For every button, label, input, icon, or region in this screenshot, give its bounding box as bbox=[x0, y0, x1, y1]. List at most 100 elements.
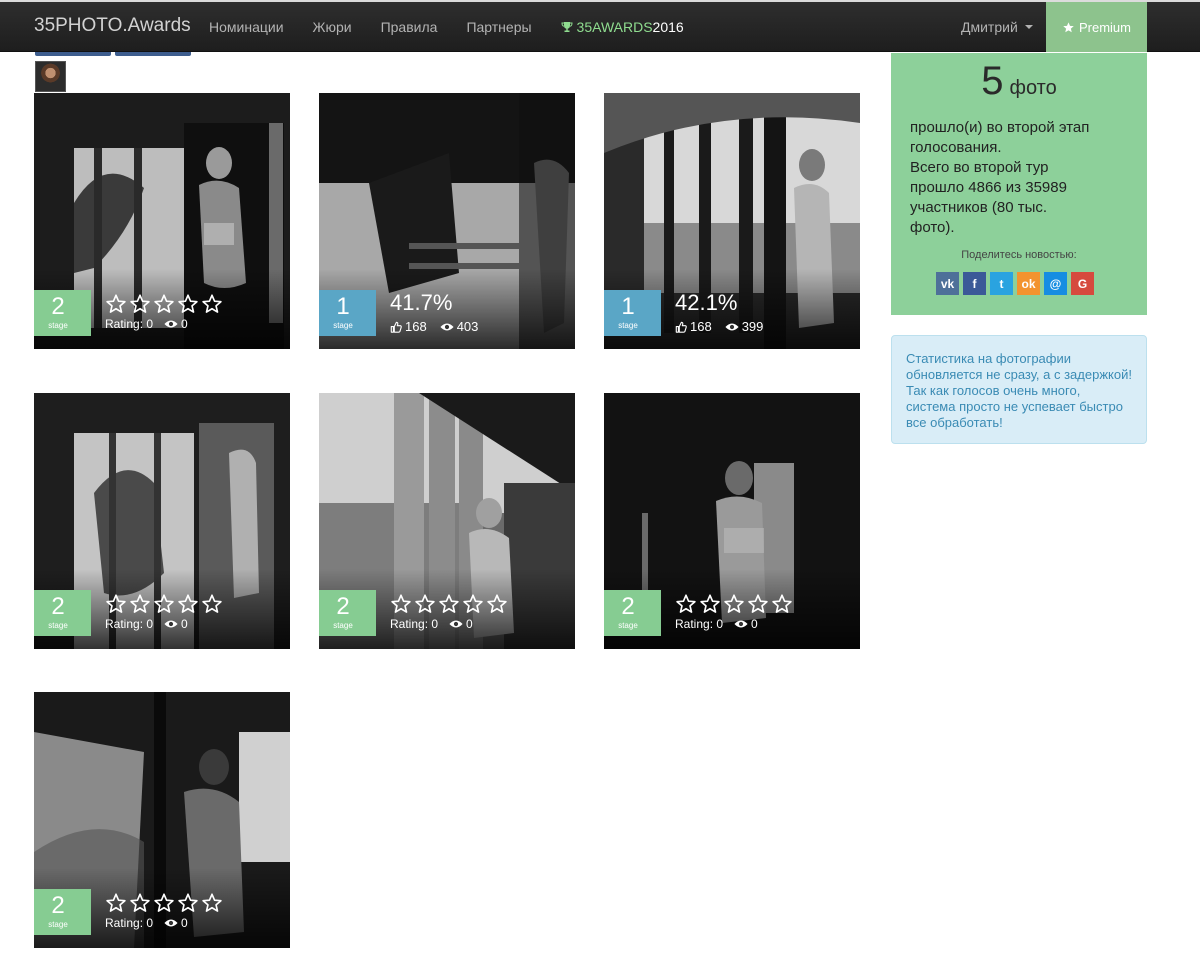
star-icon[interactable] bbox=[153, 892, 175, 914]
star-icon[interactable] bbox=[486, 593, 508, 615]
stats-description: прошло(и) во второй этап голосования. Вс… bbox=[910, 119, 1090, 236]
nav-link-jury[interactable]: Жюри bbox=[313, 19, 352, 35]
likes-count: 168 bbox=[690, 319, 712, 334]
star-icon[interactable] bbox=[105, 293, 127, 315]
views-count: 0 bbox=[181, 916, 188, 930]
rating-text: Rating: 0 bbox=[105, 617, 154, 631]
share-buttons: vk f t ok @ G bbox=[936, 272, 1098, 295]
stage-badge: 2 stage bbox=[34, 590, 91, 636]
views-count: 0 bbox=[466, 617, 473, 631]
star-rating[interactable] bbox=[675, 593, 855, 615]
top-navbar: 35PHOTO.Awards Номинации Жюри Правила Па… bbox=[0, 0, 1200, 52]
star-icon[interactable] bbox=[723, 593, 745, 615]
nav-link-rules[interactable]: Правила bbox=[381, 19, 438, 35]
views-count: 0 bbox=[181, 317, 188, 331]
star-icon[interactable] bbox=[414, 593, 436, 615]
rating-text: Rating: 0 bbox=[105, 916, 154, 930]
star-icon[interactable] bbox=[177, 593, 199, 615]
vote-stats: 42.1% 168 399 bbox=[675, 290, 855, 334]
star-icon[interactable] bbox=[771, 593, 793, 615]
star-icon[interactable] bbox=[462, 593, 484, 615]
rating-box: Rating: 0 0 bbox=[105, 593, 285, 631]
award-year: 2016 bbox=[652, 19, 684, 35]
nav-link-partners[interactable]: Партнеры bbox=[466, 19, 531, 35]
star-icon[interactable] bbox=[177, 892, 199, 914]
star-icon[interactable] bbox=[201, 293, 223, 315]
photo-tile[interactable]: 1 stage 41.7% 168 403 bbox=[319, 93, 575, 349]
photo-tile[interactable]: 2 stage Rating: 0 0 bbox=[604, 393, 860, 649]
google-plus-icon[interactable]: G bbox=[1071, 272, 1094, 295]
passed-count: 5 фото bbox=[891, 59, 1147, 104]
rating-box: Rating: 0 0 bbox=[390, 593, 570, 631]
premium-button[interactable]: Premium bbox=[1046, 2, 1147, 52]
stage-stats-panel: 5 фото прошло(и) во второй этап голосован… bbox=[891, 53, 1147, 315]
eye-icon bbox=[164, 319, 178, 329]
star-icon[interactable] bbox=[129, 593, 151, 615]
stage-badge: 1 stage bbox=[319, 290, 376, 336]
photo-tile[interactable]: 2 stage Rating: 0 0 bbox=[319, 393, 575, 649]
star-icon[interactable] bbox=[177, 293, 199, 315]
brand-logo[interactable]: 35PHOTO.Awards bbox=[34, 15, 191, 37]
twitter-icon[interactable]: t bbox=[990, 272, 1013, 295]
vote-percent: 41.7% bbox=[390, 290, 453, 315]
stage-badge: 2 stage bbox=[319, 590, 376, 636]
eye-icon bbox=[164, 619, 178, 629]
star-icon[interactable] bbox=[105, 593, 127, 615]
star-rating[interactable] bbox=[105, 593, 285, 615]
caret-down-icon bbox=[1024, 25, 1033, 29]
rating-text: Rating: 0 bbox=[675, 617, 724, 631]
share-label: Поделитесь новостью: bbox=[961, 249, 1077, 261]
star-icon[interactable] bbox=[438, 593, 460, 615]
facebook-icon[interactable]: f bbox=[963, 272, 986, 295]
eye-icon bbox=[440, 322, 454, 332]
rating-text: Rating: 0 bbox=[105, 317, 154, 331]
vote-stats: 41.7% 168 403 bbox=[390, 290, 570, 334]
thumbs-up-icon bbox=[675, 321, 687, 333]
stage-badge: 2 stage bbox=[604, 590, 661, 636]
mailru-icon[interactable]: @ bbox=[1044, 272, 1067, 295]
nav-link-awards-2016[interactable]: 35AWARDS 2016 bbox=[561, 19, 684, 35]
follow-button-edge[interactable] bbox=[35, 52, 111, 56]
star-icon[interactable] bbox=[201, 892, 223, 914]
rating-text: Rating: 0 bbox=[390, 617, 439, 631]
eye-icon bbox=[725, 322, 739, 332]
stats-delay-notice: Статистика на фотографии обновляется не … bbox=[891, 335, 1147, 444]
eye-icon bbox=[164, 918, 178, 928]
star-icon[interactable] bbox=[201, 593, 223, 615]
star-icon[interactable] bbox=[747, 593, 769, 615]
star-rating[interactable] bbox=[390, 593, 570, 615]
photo-tile[interactable]: 2 stage Rating: 0 0 bbox=[34, 692, 290, 948]
star-icon[interactable] bbox=[675, 593, 697, 615]
user-name: Дмитрий bbox=[961, 19, 1018, 35]
star-icon[interactable] bbox=[129, 892, 151, 914]
views-count: 0 bbox=[751, 617, 758, 631]
trophy-icon bbox=[561, 22, 573, 32]
nav-menu: Номинации Жюри Правила Партнеры 35AWARDS… bbox=[209, 19, 684, 35]
message-button-edge[interactable] bbox=[115, 52, 191, 56]
star-icon[interactable] bbox=[153, 593, 175, 615]
star-icon[interactable] bbox=[129, 293, 151, 315]
vk-icon[interactable]: vk bbox=[936, 272, 959, 295]
photo-tile[interactable]: 2 stage Rating: 0 0 bbox=[34, 93, 290, 349]
nav-link-nominations[interactable]: Номинации bbox=[209, 19, 284, 35]
views-count: 399 bbox=[741, 319, 764, 334]
odnoklassniki-icon[interactable]: ok bbox=[1017, 272, 1040, 295]
star-icon[interactable] bbox=[390, 593, 412, 615]
star-rating[interactable] bbox=[105, 892, 285, 914]
photo-tile[interactable]: 2 stage Rating: 0 0 bbox=[34, 393, 290, 649]
star-icon bbox=[1063, 21, 1074, 32]
rating-box: Rating: 0 0 bbox=[105, 293, 285, 331]
avatar[interactable] bbox=[35, 61, 66, 92]
rating-box: Rating: 0 0 bbox=[105, 892, 285, 930]
premium-label: Premium bbox=[1078, 19, 1131, 35]
star-icon[interactable] bbox=[699, 593, 721, 615]
star-rating[interactable] bbox=[105, 293, 285, 315]
photo-tile[interactable]: 1 stage 42.1% 168 399 bbox=[604, 93, 860, 349]
passed-count-number: 5 bbox=[981, 59, 1004, 103]
views-count: 403 bbox=[456, 319, 479, 334]
likes-count: 168 bbox=[405, 319, 427, 334]
user-menu-dropdown[interactable]: Дмитрий bbox=[961, 19, 1033, 35]
star-icon[interactable] bbox=[105, 892, 127, 914]
rating-box: Rating: 0 0 bbox=[675, 593, 855, 631]
star-icon[interactable] bbox=[153, 293, 175, 315]
